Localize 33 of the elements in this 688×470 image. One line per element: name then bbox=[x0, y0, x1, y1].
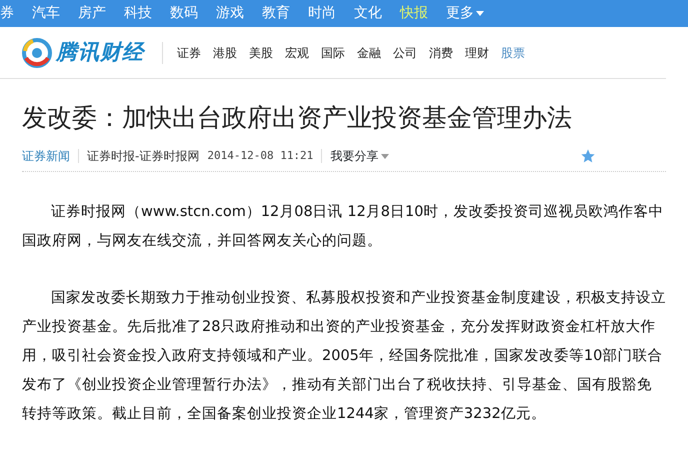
caret-icon bbox=[381, 154, 390, 158]
source-text: 证券时报-证券时报网 bbox=[87, 148, 200, 165]
star-icon[interactable] bbox=[580, 148, 596, 164]
nav-link-item[interactable]: 文化 bbox=[345, 0, 391, 27]
nav-link-item[interactable]: 教育 bbox=[253, 0, 299, 27]
category-link[interactable]: 证券新闻 bbox=[22, 147, 70, 165]
channel-link[interactable]: 金融 bbox=[357, 44, 381, 62]
channel-link[interactable]: 证券 bbox=[177, 44, 201, 62]
channel-link[interactable]: 公司 bbox=[393, 44, 417, 62]
nav-link-item[interactable]: 科技 bbox=[115, 0, 161, 27]
channel-link[interactable]: 理财 bbox=[465, 44, 489, 62]
channel-link[interactable]: 国际 bbox=[321, 44, 345, 62]
channel-link[interactable]: 消费 bbox=[429, 44, 453, 62]
nav-link-item[interactable]: 房产 bbox=[69, 0, 115, 27]
article-title: 发改委：加快出台政府出资产业投资基金管理办法 bbox=[22, 103, 573, 133]
logo-text: 腾讯财经 bbox=[56, 38, 144, 66]
channel-link[interactable]: 美股 bbox=[249, 44, 273, 62]
nav-link-item[interactable]: 游戏 bbox=[207, 0, 253, 27]
nav-link-item[interactable]: 汽车 bbox=[23, 0, 69, 27]
article-paragraph: 证券时报网（www.stcn.com）12月08日讯 12月8日10时，发改委投资司巡视员欧鸿作客中国政府网，与网友在线交流，并回答网友关心的问题。 bbox=[22, 202, 664, 251]
more-menu[interactable]: 更多 bbox=[437, 0, 493, 27]
share-menu[interactable]: 我要分享 bbox=[330, 147, 390, 165]
channel-link[interactable]: 宏观 bbox=[285, 44, 309, 62]
channel-link[interactable]: 股票 bbox=[501, 44, 525, 62]
article-paragraph: 国家发改委长期致力于推动创业投资、私募股权投资和产业投资基金制度建设，积极支持设立产业投资基金。先后批准了28只政府推动和出资的产业投资基金，充分发挥财政资金杠杆放大作用，吸引社会资金投入政府支持领域和产业。2005年，经国务院批准，国家发改委等10部门联合发布了《创业投资企业管理暂行办法》，推动有关部门出台了税收扶持、引导基金、国有股豁免转持等政策。截止目前，全国备案创业投资企业1244家，管理资产3232亿元。 bbox=[22, 288, 666, 424]
nav-link-item[interactable]: 数码 bbox=[161, 0, 207, 27]
caret-icon bbox=[476, 11, 484, 16]
channel-link[interactable]: 港股 bbox=[213, 44, 237, 62]
nav-link-item[interactable]: 券 bbox=[0, 0, 23, 27]
timestamp: 2014-12-08 11:21 bbox=[207, 148, 314, 164]
logo-icon bbox=[22, 38, 52, 68]
nav-link-item[interactable]: 时尚 bbox=[299, 0, 345, 27]
nav-link-item[interactable]: 快报 bbox=[391, 0, 437, 27]
